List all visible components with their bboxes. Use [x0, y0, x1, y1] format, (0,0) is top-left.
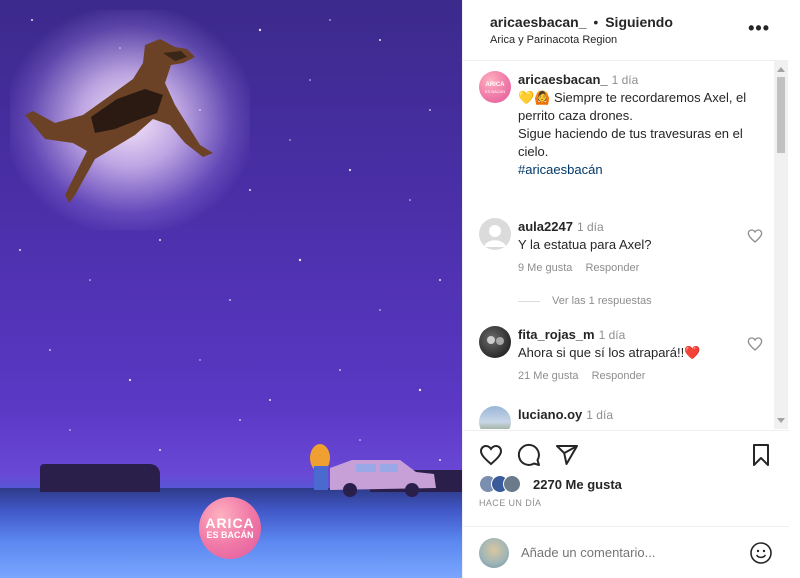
like-comment-heart-icon[interactable] [747, 228, 763, 244]
comment-likes[interactable]: 21 Me gusta [518, 370, 579, 382]
reply-button[interactable]: Responder [592, 370, 646, 382]
car-illustration [310, 444, 436, 497]
add-comment-input[interactable] [521, 545, 749, 560]
comment-likes[interactable]: 9 Me gusta [518, 262, 572, 274]
comment-item: fita_rojas_m 1 día Ahora si que sí los at… [479, 326, 769, 382]
follow-status-button[interactable]: Siguiendo [605, 14, 673, 30]
caption-time: 1 día [611, 73, 639, 87]
comments-list[interactable]: ARICA ES BACÁN aricaesbacan_ 1 día 💛🙆 Siem… [463, 61, 789, 429]
caption-username[interactable]: aricaesbacan_ [518, 72, 608, 87]
comment-username[interactable]: luciano.oy [518, 407, 582, 422]
liker-avatar [503, 475, 521, 493]
comment-time: 1 día [586, 408, 613, 422]
scroll-up-arrow-icon[interactable] [777, 67, 785, 72]
view-replies-label[interactable]: Ver las 1 respuestas [552, 295, 652, 307]
badge-line1: ARICA [205, 515, 255, 531]
svg-text:ES BACÁN: ES BACÁN [485, 89, 505, 94]
comment-username[interactable]: aula2247 [518, 219, 573, 234]
view-replies-link[interactable]: Ver las 1 respuestas [518, 295, 652, 307]
comment-text: Ahora si que sí los atrapará!!❤️ [518, 345, 701, 360]
add-comment-bar [463, 526, 789, 578]
caption-text-2: Sigue haciendo de tus travesuras en el c… [518, 126, 743, 159]
more-options-icon[interactable]: ••• [748, 18, 770, 39]
reply-button[interactable]: Responder [585, 262, 639, 274]
comment-text: Y la estatua para Axel? [518, 237, 652, 252]
location-link[interactable]: Arica y Parinacota Region [490, 34, 772, 46]
likes-count[interactable]: 2270 Me gusta [533, 477, 622, 492]
comment-time: 1 día [576, 220, 604, 234]
flying-dog-illustration [25, 39, 213, 203]
brand-logo-badge: ARICA ES BACÁN [199, 497, 261, 559]
avatar[interactable] [479, 218, 511, 250]
caption-hashtag[interactable]: #aricaesbacán [518, 162, 603, 177]
caption-text-1: 💛🙆 Siempre te recordaremos Axel, el perr… [518, 90, 747, 123]
emoji-smiley-icon[interactable] [749, 541, 773, 565]
share-paper-plane-icon[interactable] [555, 443, 579, 467]
caption: ARICA ES BACÁN aricaesbacan_ 1 día 💛🙆 Siem… [479, 71, 769, 179]
comment-time: 1 día [598, 328, 626, 342]
replies-divider [518, 300, 540, 302]
liker-avatars [479, 475, 533, 493]
comment-item: luciano.oy 1 día [479, 406, 769, 429]
comments-scrollbar[interactable] [774, 61, 788, 429]
post-details-panel: aricaesbacan_ • Siguiendo Arica y Parina… [462, 0, 789, 578]
post-actions: 2270 Me gusta HACE UN DÍA [463, 430, 789, 526]
like-heart-icon[interactable] [479, 443, 503, 467]
header-username[interactable]: aricaesbacan_ [490, 14, 587, 30]
post-timestamp[interactable]: HACE UN DÍA [479, 498, 541, 508]
header-separator: • [593, 14, 599, 30]
comment-item: aula2247 1 día Y la estatua para Axel? 9 … [479, 218, 769, 274]
comment-bubble-icon[interactable] [517, 443, 541, 467]
comment-username[interactable]: fita_rojas_m [518, 327, 595, 342]
likes-summary[interactable]: 2270 Me gusta [479, 475, 622, 493]
current-user-avatar [479, 537, 509, 568]
mesa-left [40, 464, 160, 492]
svg-text:ARICA: ARICA [486, 82, 506, 88]
post-image[interactable]: ARICA ES BACÁN [0, 0, 462, 578]
post-header: aricaesbacan_ • Siguiendo Arica y Parina… [463, 0, 788, 61]
avatar[interactable] [479, 406, 511, 429]
badge-line2: ES BACÁN [206, 530, 254, 540]
avatar[interactable] [479, 326, 511, 358]
save-bookmark-icon[interactable] [749, 443, 773, 467]
scroll-down-arrow-icon[interactable] [777, 418, 785, 423]
scroll-thumb[interactable] [777, 77, 785, 153]
avatar[interactable]: ARICA ES BACÁN [479, 71, 511, 103]
like-comment-heart-icon[interactable] [747, 336, 763, 352]
